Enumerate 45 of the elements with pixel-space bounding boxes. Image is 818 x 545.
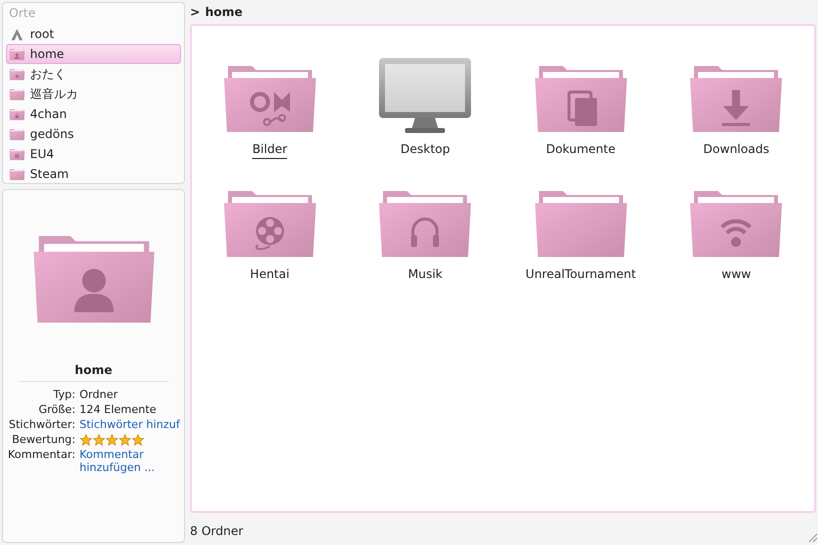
field-label: Kommentar: — [6, 448, 76, 463]
file-label[interactable]: Musik — [408, 267, 442, 283]
place-item[interactable]: おたく — [6, 64, 181, 84]
folder-icon — [9, 68, 25, 80]
field-label: Typ: — [52, 388, 76, 401]
file-label[interactable]: Hentai — [250, 267, 290, 283]
place-item[interactable]: gedöns — [6, 124, 181, 144]
field-label: Bewertung: — [10, 433, 76, 446]
place-item[interactable]: home — [6, 44, 181, 64]
resize-grip-icon[interactable] — [806, 531, 818, 543]
star-icon[interactable] — [80, 434, 92, 446]
star-icon[interactable] — [118, 434, 130, 446]
file-label[interactable]: UnrealTournament — [526, 267, 636, 283]
panel-title: Orte — [8, 5, 36, 22]
folder-icon — [9, 88, 25, 100]
folder-icon — [9, 148, 25, 160]
field-label: Größe: — [38, 403, 76, 416]
field-value: 124 Elemente — [80, 403, 158, 416]
place-item[interactable]: EU4 — [6, 144, 181, 164]
breadcrumb-item[interactable]: home — [205, 5, 242, 19]
separator-icon: > — [190, 5, 200, 19]
file-label[interactable]: Dokumente — [546, 142, 616, 158]
star-icon[interactable] — [92, 434, 104, 446]
folder-icon — [9, 168, 25, 180]
folder-icon — [9, 128, 25, 140]
star-icon[interactable] — [106, 434, 118, 446]
field-value: Ordner — [80, 388, 119, 401]
link[interactable]: Kommentar hinzufügen ... — [80, 448, 160, 474]
place-item[interactable]: 巡音ルカ — [6, 84, 181, 104]
file-label[interactable]: Downloads — [703, 142, 770, 158]
drive-icon — [9, 28, 25, 40]
file-label[interactable]: www — [722, 267, 751, 283]
info-title: home — [18, 363, 168, 382]
folder-icon — [9, 48, 25, 60]
file-label[interactable]: Bilder — [252, 142, 288, 159]
place-item[interactable]: root — [6, 24, 181, 44]
monitor-icon — [377, 56, 474, 136]
link[interactable]: Stichwörter hinzuf — [80, 418, 184, 431]
star-icon[interactable] — [132, 434, 144, 446]
status-text: 8 Ordner — [190, 524, 244, 538]
place-item[interactable]: Steam — [6, 164, 181, 184]
file-label[interactable]: Desktop — [400, 142, 450, 158]
field-label: Stichwörter: — [8, 418, 76, 431]
folder-icon — [9, 108, 25, 120]
place-item[interactable]: 4chan — [6, 104, 181, 124]
